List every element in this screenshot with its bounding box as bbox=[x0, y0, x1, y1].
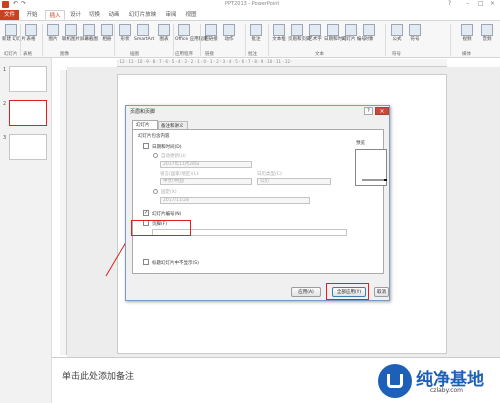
fixed-label: 固定(X) bbox=[161, 190, 177, 195]
auto-update-radio[interactable] bbox=[153, 153, 158, 158]
fixed-date-input[interactable]: 2017/11/28 bbox=[160, 197, 310, 204]
hide-title-label: 标题幻灯片中不显示(S) bbox=[152, 261, 199, 266]
date-time-checkbox[interactable] bbox=[143, 143, 149, 149]
dialog-title: 页眉和页脚 bbox=[130, 109, 156, 115]
apply-button[interactable]: 应用(A) bbox=[291, 287, 321, 297]
dialog-close-button[interactable]: × bbox=[375, 107, 389, 115]
include-label: 幻灯片包含内容 bbox=[138, 134, 170, 139]
date-time-label: 日期和时间(D) bbox=[152, 145, 182, 150]
preview-number-bar bbox=[384, 179, 387, 181]
tab-notes-handouts[interactable]: 备注和讲义 bbox=[158, 121, 188, 129]
language-label: 语言(国家/地区)(L): bbox=[160, 172, 200, 177]
cancel-button[interactable]: 取消 bbox=[374, 287, 389, 297]
calendar-select[interactable]: 公历 bbox=[257, 178, 331, 185]
tab-slide[interactable]: 幻灯片 bbox=[132, 120, 158, 129]
date-select[interactable]: 2017年11月28日 bbox=[160, 161, 252, 168]
dialog-help-button[interactable]: ? bbox=[364, 107, 373, 115]
language-select[interactable]: 中文(中国) bbox=[160, 178, 252, 185]
preview-box bbox=[355, 149, 387, 186]
fixed-radio[interactable] bbox=[153, 189, 158, 194]
highlight-apply-all bbox=[326, 283, 369, 300]
hide-title-checkbox[interactable] bbox=[143, 259, 149, 265]
highlight-slide-number bbox=[131, 220, 191, 236]
calendar-label: 日历类型(C): bbox=[257, 172, 284, 177]
slide-number-checkbox[interactable]: ✓ bbox=[143, 210, 149, 216]
preview-label: 预览 bbox=[356, 141, 365, 146]
header-footer-dialog: 页眉和页脚 ? × 幻灯片 备注和讲义 幻灯片包含内容 日期和时间(D) 自动更… bbox=[125, 105, 390, 301]
auto-update-label: 自动更新(U) bbox=[161, 154, 186, 159]
slide-number-label: 幻灯片编号(N) bbox=[152, 212, 182, 217]
preview-footer-bar bbox=[362, 179, 384, 181]
